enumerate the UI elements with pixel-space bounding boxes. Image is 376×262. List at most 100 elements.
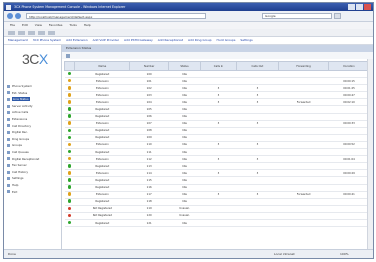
- column-header[interactable]: Duration: [328, 61, 370, 71]
- link-item[interactable]: Add Extension: [66, 38, 88, 42]
- table-row[interactable]: Extension 101 Idle 00:00:15: [64, 77, 370, 86]
- table-cell: [236, 205, 279, 213]
- logo: 3CX: [22, 51, 48, 67]
- search-input[interactable]: Google: [262, 13, 332, 19]
- sidebar-item[interactable]: Digital Receptionist: [6, 156, 60, 163]
- table-cell: 3: [200, 155, 237, 164]
- table-cell: 00:02:10: [328, 98, 370, 107]
- maximize-button[interactable]: [356, 4, 363, 10]
- sidebar-item[interactable]: Call Directory: [6, 123, 60, 130]
- table-row[interactable]: Extension 104 Idle 3 3 Forwarded 00:02:10: [64, 98, 370, 107]
- table-row[interactable]: Extension 102 Idle 3 3 00:01:25: [64, 84, 370, 93]
- address-input[interactable]: http://localhost/management/default.aspx: [26, 13, 206, 19]
- link-item[interactable]: 3CX Phone System: [33, 38, 61, 42]
- sidebar-item[interactable]: Ext. Status: [6, 90, 60, 97]
- table-row[interactable]: Registered 105 Idle: [64, 105, 370, 114]
- sidebar-item[interactable]: Active Calls: [6, 109, 60, 116]
- table-row[interactable]: Registered 113 Idle: [64, 162, 370, 171]
- column-header[interactable]: Calls In: [200, 61, 237, 71]
- sidebar-item[interactable]: Groups: [6, 142, 60, 149]
- sidebar-item[interactable]: Phone System: [6, 83, 60, 90]
- link-item[interactable]: Hunt Groups: [217, 38, 236, 42]
- link-item[interactable]: Add Receptionist: [158, 38, 183, 42]
- zoom-level[interactable]: 100%: [340, 250, 349, 258]
- refresh-icon[interactable]: [66, 53, 70, 58]
- column-header[interactable]: Calls Out: [235, 61, 280, 71]
- search-icon[interactable]: [334, 13, 341, 19]
- sidebar-item[interactable]: Server Activity: [6, 103, 60, 110]
- menu-tools[interactable]: Tools: [69, 23, 76, 27]
- table-row[interactable]: Extension 103 Idle 3 3 00:00:47: [64, 91, 370, 100]
- table-row[interactable]: Registered 100 Idle: [64, 70, 370, 79]
- column-header[interactable]: Status: [167, 61, 202, 71]
- page-icon[interactable]: [48, 30, 55, 35]
- column-header[interactable]: [63, 61, 76, 71]
- sidebar-item[interactable]: Help: [6, 182, 60, 189]
- table-row[interactable]: Extension 107 Idle 3 3 00:00:33: [64, 120, 370, 128]
- table-cell: Idle: [168, 191, 201, 199]
- sidebar-item[interactable]: Call History: [6, 169, 60, 176]
- table-cell: Idle: [168, 91, 201, 100]
- sidebar-item[interactable]: Settings: [6, 175, 60, 182]
- table-row[interactable]: Registered 116 Idle: [64, 184, 370, 192]
- table-cell: [200, 70, 237, 79]
- forward-icon[interactable]: [15, 13, 21, 19]
- table-cell: Registered: [74, 176, 130, 185]
- table-row[interactable]: Extension 112 Idle 3 3 00:01:04: [64, 155, 370, 164]
- table-row[interactable]: Extension 117 Idle 3 3 Forwarded 00:00:41: [64, 191, 370, 199]
- favorites-icon[interactable]: [8, 30, 15, 35]
- sidebar-item-label: Groups: [12, 143, 22, 148]
- menu-help[interactable]: Help: [84, 23, 91, 27]
- table-cell: Extension: [74, 91, 130, 100]
- table-cell: 00:00:41: [328, 191, 370, 199]
- table-row[interactable]: Registered 108 Idle: [64, 127, 370, 135]
- table-row[interactable]: Registered 111 Idle: [64, 148, 370, 157]
- link-item[interactable]: Add VoIP Provider: [93, 38, 119, 42]
- sidebar-item[interactable]: Call Queues: [6, 149, 60, 156]
- column-header[interactable]: Number: [129, 61, 169, 71]
- sidebar-item[interactable]: Ring Groups: [6, 136, 60, 143]
- menu-view[interactable]: View: [35, 23, 42, 27]
- status-cell: [64, 141, 75, 150]
- back-icon[interactable]: [7, 13, 13, 19]
- link-item[interactable]: Add Ring Group: [188, 38, 212, 42]
- status-dot-icon: [67, 199, 72, 204]
- table-row[interactable]: Registered 121 Idle: [64, 219, 370, 228]
- menu-edit[interactable]: Edit: [22, 23, 28, 27]
- table-cell: [278, 198, 329, 206]
- link-item[interactable]: Settings: [240, 38, 252, 42]
- sidebar-item[interactable]: Exit: [6, 189, 60, 196]
- table-row[interactable]: Not Registered 120 Unavail.: [64, 212, 370, 220]
- logo-text: 3C: [22, 51, 39, 67]
- table-row[interactable]: Extension 114 Idle 3 3 00:00:29: [64, 169, 370, 178]
- add-favorite-icon[interactable]: [18, 30, 25, 35]
- table-cell: Registered: [74, 134, 130, 142]
- table-cell: [236, 113, 279, 121]
- app-icon: [6, 4, 11, 10]
- menu-file[interactable]: File: [10, 23, 15, 27]
- column-header[interactable]: Forwarding: [278, 61, 330, 71]
- table-cell: 3: [200, 141, 237, 150]
- menu-favorites[interactable]: Favorites: [49, 23, 63, 27]
- table-row[interactable]: Registered 118 Idle: [64, 198, 370, 206]
- table-row[interactable]: Not Registered 119 Unavail.: [64, 205, 370, 213]
- status-cell: [64, 120, 75, 128]
- table-cell: [328, 105, 370, 114]
- minimize-button[interactable]: [348, 4, 355, 10]
- close-button[interactable]: [364, 4, 371, 10]
- sidebar-item[interactable]: Line Status: [6, 96, 60, 103]
- sidebar-item[interactable]: Extensions: [6, 116, 60, 123]
- table-row[interactable]: Registered 109 Idle: [64, 134, 370, 142]
- column-header[interactable]: Name: [74, 61, 131, 71]
- scrollbar[interactable]: [367, 59, 373, 249]
- table-row[interactable]: Registered 115 Idle: [64, 176, 370, 185]
- print-icon[interactable]: [38, 30, 45, 35]
- sidebar-item[interactable]: Digital Rec.: [6, 129, 60, 136]
- table-row[interactable]: Extension 110 Idle 3 3 00:00:52: [64, 141, 370, 150]
- link-item[interactable]: Add PSTN Gateway: [124, 38, 153, 42]
- status-dot-icon: [67, 128, 72, 133]
- link-item[interactable]: Management: [8, 38, 28, 42]
- sidebar-item[interactable]: Fax Server: [6, 162, 60, 169]
- home-icon[interactable]: [28, 30, 35, 35]
- table-row[interactable]: Registered 106 Idle: [64, 113, 370, 121]
